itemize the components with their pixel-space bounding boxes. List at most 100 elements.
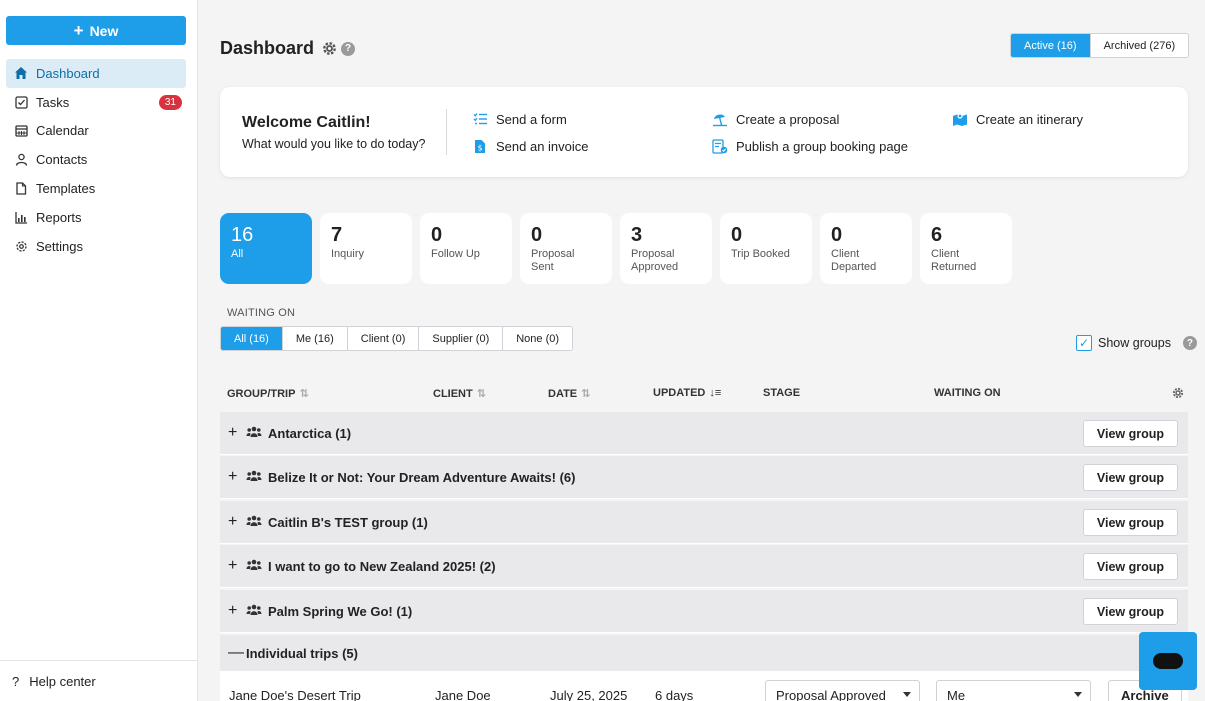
waiting-on-select[interactable]: Me bbox=[936, 680, 1091, 701]
calendar-icon bbox=[14, 124, 28, 138]
view-group-button[interactable]: View group bbox=[1082, 509, 1178, 536]
group-name: Palm Spring We Go! (1) bbox=[268, 603, 413, 619]
welcome-card: Welcome Caitlin! What would you like to … bbox=[220, 87, 1188, 177]
help-center-link[interactable]: ? Help center bbox=[0, 660, 197, 701]
trip-name[interactable]: Jane Doe's Desert Trip bbox=[229, 688, 361, 701]
group-row[interactable]: + Caitlin B's TEST group (1) View group bbox=[220, 501, 1188, 544]
sidebar-item-calendar[interactable]: Calendar bbox=[6, 117, 186, 146]
expand-plus-icon[interactable]: + bbox=[228, 469, 240, 485]
column-updated[interactable]: UPDATED ↓≡ bbox=[653, 387, 721, 399]
view-group-button[interactable]: View group bbox=[1082, 598, 1178, 625]
stat-follow-up[interactable]: 0 Follow Up bbox=[420, 213, 512, 284]
view-group-button[interactable]: View group bbox=[1082, 420, 1178, 447]
group-row[interactable]: + I want to go to New Zealand 2025! (2) … bbox=[220, 545, 1188, 588]
sidebar-item-templates[interactable]: Templates bbox=[6, 174, 186, 203]
stat-label: All bbox=[231, 248, 244, 260]
view-group-button[interactable]: View group bbox=[1082, 464, 1178, 491]
tab-archived[interactable]: Archived (276) bbox=[1089, 34, 1189, 57]
stat-label: Follow Up bbox=[431, 248, 480, 260]
column-label: GROUP/TRIP bbox=[227, 387, 296, 400]
column-settings-gear-icon[interactable] bbox=[1172, 387, 1184, 399]
checkbox-icon bbox=[14, 95, 28, 109]
sidebar-item-label: Calendar bbox=[36, 123, 89, 139]
send-form-action[interactable]: Send a form bbox=[472, 111, 567, 127]
stat-trip-booked[interactable]: 0 Trip Booked bbox=[720, 213, 812, 284]
map-icon bbox=[952, 111, 968, 127]
checkbox-checked-icon[interactable]: ✓ bbox=[1076, 335, 1092, 351]
active-archived-toggle: Active (16) Archived (276) bbox=[1010, 33, 1190, 58]
waiting-on-value: Me bbox=[947, 687, 966, 701]
column-label: UPDATED bbox=[653, 387, 706, 399]
group-row[interactable]: + Palm Spring We Go! (1) View group bbox=[220, 590, 1188, 633]
trip-client[interactable]: Jane Doe bbox=[435, 688, 491, 701]
stat-count: 0 bbox=[431, 224, 443, 246]
expand-plus-icon[interactable]: + bbox=[228, 425, 240, 441]
stat-client-departed[interactable]: 0 Client Departed bbox=[820, 213, 912, 284]
sidebar-item-tasks[interactable]: Tasks 31 bbox=[6, 88, 186, 117]
sidebar-item-reports[interactable]: Reports bbox=[6, 203, 186, 232]
view-group-button[interactable]: View group bbox=[1082, 553, 1178, 580]
booking-page-icon bbox=[712, 138, 728, 154]
sidebar-item-contacts[interactable]: Contacts bbox=[6, 145, 186, 174]
individual-trips-row[interactable]: — Individual trips (5) bbox=[220, 635, 1188, 672]
filter-all[interactable]: All (16) bbox=[221, 327, 282, 350]
stat-count: 7 bbox=[331, 224, 343, 246]
sidebar-item-label: Templates bbox=[36, 181, 96, 197]
stage-select[interactable]: Proposal Approved bbox=[765, 680, 920, 701]
filter-me[interactable]: Me (16) bbox=[281, 327, 347, 350]
expand-plus-icon[interactable]: + bbox=[228, 603, 240, 619]
question-icon: ? bbox=[12, 673, 20, 689]
expand-plus-icon[interactable]: + bbox=[228, 514, 240, 530]
stat-label: Client Departed bbox=[831, 248, 877, 273]
chart-icon bbox=[14, 210, 28, 224]
column-label: CLIENT bbox=[433, 387, 473, 400]
sidebar-item-dashboard[interactable]: Dashboard bbox=[6, 59, 186, 88]
group-row[interactable]: + Belize It or Not: Your Dream Adventure… bbox=[220, 456, 1188, 499]
send-invoice-action[interactable]: $ Send an invoice bbox=[472, 138, 589, 154]
stat-inquiry[interactable]: 7 Inquiry bbox=[320, 213, 412, 284]
create-itinerary-action[interactable]: Create an itinerary bbox=[952, 111, 1083, 127]
column-group-trip[interactable]: GROUP/TRIP ⇅ bbox=[227, 387, 309, 401]
sidebar: + New Dashboard Tasks 31 Calendar Contac… bbox=[0, 0, 198, 701]
filter-none[interactable]: None (0) bbox=[502, 327, 573, 350]
create-itinerary-label: Create an itinerary bbox=[976, 111, 1083, 127]
gear-icon[interactable] bbox=[322, 41, 337, 56]
help-icon[interactable]: ? bbox=[341, 41, 356, 56]
stat-proposal-approved[interactable]: 3 Proposal Approved bbox=[620, 213, 712, 284]
sidebar-item-label: Dashboard bbox=[36, 65, 100, 81]
column-label: DATE bbox=[548, 387, 578, 400]
individual-trips-label: Individual trips (5) bbox=[246, 645, 358, 661]
waiting-on-filters: All (16) Me (16) Client (0) Supplier (0)… bbox=[220, 326, 574, 351]
trip-date: July 25, 2025 bbox=[550, 688, 628, 701]
filter-client[interactable]: Client (0) bbox=[346, 327, 419, 350]
sidebar-item-settings[interactable]: Settings bbox=[6, 232, 186, 261]
page-title: Dashboard bbox=[220, 38, 315, 58]
group-icon bbox=[246, 515, 262, 530]
group-name: I want to go to New Zealand 2025! (2) bbox=[268, 558, 496, 574]
stat-client-returned[interactable]: 6 Client Returned bbox=[920, 213, 1012, 284]
collapse-minus-icon[interactable]: — bbox=[228, 645, 244, 661]
expand-plus-icon[interactable]: + bbox=[228, 558, 240, 574]
filter-supplier[interactable]: Supplier (0) bbox=[418, 327, 503, 350]
stat-all[interactable]: 16 All bbox=[220, 213, 312, 284]
new-button[interactable]: + New bbox=[6, 16, 186, 45]
column-client[interactable]: CLIENT ⇅ bbox=[433, 387, 486, 401]
show-groups-toggle[interactable]: ✓ Show groups ? bbox=[1076, 335, 1197, 351]
stat-label: Proposal Approved bbox=[631, 248, 679, 273]
tab-active[interactable]: Active (16) bbox=[1011, 34, 1090, 57]
new-button-label: New bbox=[89, 22, 119, 39]
create-proposal-action[interactable]: Create a proposal bbox=[712, 111, 839, 127]
show-groups-label: Show groups bbox=[1098, 336, 1171, 350]
publish-booking-action[interactable]: Publish a group booking page bbox=[712, 138, 908, 154]
chat-widget-button[interactable] bbox=[1139, 632, 1197, 690]
main-content: Dashboard ? Active (16) Archived (276) W… bbox=[198, 0, 1205, 701]
table-row[interactable]: Jane Doe's Desert Trip Jane Doe July 25,… bbox=[220, 672, 1188, 701]
group-name: Belize It or Not: Your Dream Adventure A… bbox=[268, 469, 576, 485]
column-date[interactable]: DATE ⇅ bbox=[548, 387, 590, 401]
stat-proposal-sent[interactable]: 0 Proposal Sent bbox=[520, 213, 612, 284]
send-form-label: Send a form bbox=[496, 111, 567, 127]
user-icon bbox=[14, 153, 28, 167]
group-row[interactable]: + Antarctica (1) View group bbox=[220, 412, 1188, 455]
help-icon[interactable]: ? bbox=[1182, 336, 1197, 350]
publish-booking-label: Publish a group booking page bbox=[736, 138, 909, 154]
